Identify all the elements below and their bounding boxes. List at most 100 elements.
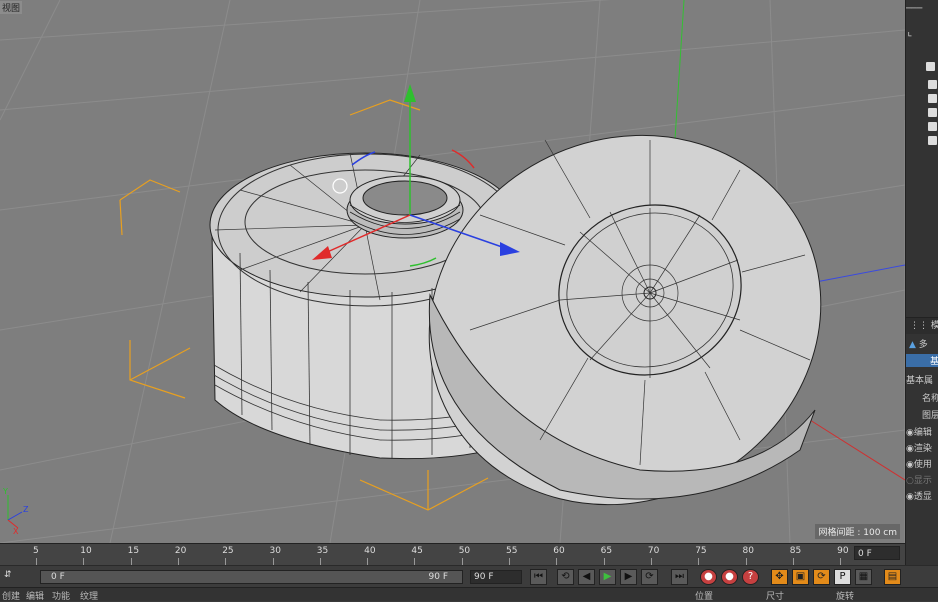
timeline-tick-label: 75 (695, 546, 707, 556)
rp-top-line: ─── (906, 4, 923, 14)
rp-obj-1[interactable] (906, 80, 938, 94)
display-color-label: 显示 (913, 476, 932, 486)
goto-start-button[interactable]: ⏮ (530, 569, 547, 585)
transport-bar: ⇵ 0 F 90 F 90 F ⏮ ⟲ ◀ ▶ ▶ ⟳ ⏭ ● ● ? ✥ ▣ … (0, 565, 938, 588)
edit-visibility-row[interactable]: ◉编辑 (906, 425, 938, 439)
timeline-tick-label: 40 (364, 546, 376, 556)
timeline-tick-label: 20 (174, 546, 187, 556)
grip-icon: ⋮⋮ (910, 321, 928, 331)
menu-create[interactable]: 创建 (2, 589, 20, 602)
timeline-tick-label: 45 (411, 546, 423, 556)
rp-obj-2[interactable] (906, 94, 938, 108)
radio-icon: ○ (906, 476, 914, 486)
rp-obj-root[interactable] (906, 62, 938, 76)
timeline-tick-label: 55 (506, 546, 518, 556)
timeline-tick (367, 558, 369, 565)
next-key-button[interactable]: ⟳ (641, 569, 658, 585)
transparency-label: 透显 (913, 492, 932, 502)
range-arrows-icon[interactable]: ⇵ (4, 570, 12, 580)
menu-edit[interactable]: 编辑 (26, 589, 44, 602)
frame-range-slider[interactable]: 0 F 90 F (40, 570, 463, 584)
timeline-tick (272, 558, 274, 565)
timeline-tick (130, 558, 132, 565)
timeline-tick (319, 558, 321, 565)
auto-key-button[interactable]: ● (721, 569, 738, 585)
radio-icon: ◉ (906, 428, 914, 438)
layer-label: 图层 (922, 411, 938, 421)
timeline-tick (698, 558, 700, 565)
play-button[interactable]: ▶ (599, 569, 616, 585)
current-frame-field[interactable]: 0 F (854, 546, 900, 560)
render-visibility-label: 渲染 (913, 444, 932, 454)
timeline-tick-label: 80 (742, 546, 754, 556)
scale-key-button[interactable]: ▣ (792, 569, 809, 585)
coord-position-header: 位置 (695, 592, 714, 602)
use-color-row[interactable]: ◉使用 (906, 457, 938, 471)
timeline-tick-label: 50 (458, 546, 471, 556)
prev-frame-button[interactable]: ◀ (578, 569, 595, 585)
transparency-row[interactable]: ◉透显 (906, 489, 938, 503)
timeline-tick (650, 558, 652, 565)
menu-function[interactable]: 功能 (52, 589, 70, 602)
parameter-key-button[interactable]: P (834, 569, 851, 585)
menu-texture[interactable]: 纹理 (80, 589, 98, 602)
rp-hierarchy-line: └ (906, 32, 912, 42)
timeline-tick-label: 90 (837, 546, 849, 556)
point-level-button[interactable]: ▦ (855, 569, 872, 585)
right-panel: ─── └ ⋮⋮ 模 ▲ 多 基 基本属 名称 图层 ◉编辑 ◉渲染 ◉使用 ○… (905, 0, 938, 600)
timeline-tick-label: 15 (127, 546, 140, 556)
svg-text:Z: Z (23, 505, 29, 514)
timeline-tick (83, 558, 85, 565)
use-color-label: 使用 (913, 460, 932, 470)
3d-viewport[interactable]: Y Z X 视图 网格间距 : 100 cm (0, 0, 905, 543)
timeline-tick (745, 558, 747, 565)
rp-obj-3[interactable] (906, 108, 938, 122)
range-start-label: 0 F (51, 572, 65, 582)
next-frame-button[interactable]: ▶ (620, 569, 637, 585)
keyframe-help-button[interactable]: ? (742, 569, 759, 585)
viewport-title[interactable]: 视图 (0, 1, 23, 14)
display-color-row[interactable]: ○显示 (906, 473, 938, 487)
timeline-ruler[interactable]: 5 10 15 20 25 30 35 40 45 50 55 60 65 70 75 80 85 90 (0, 543, 905, 566)
axis-indicator: Y Z X (2, 487, 29, 536)
rp-obj-4[interactable] (906, 122, 938, 136)
timeline-tick (556, 558, 558, 565)
render-visibility-row[interactable]: ◉渲染 (906, 441, 938, 455)
timeline-tick-label: 85 (789, 546, 802, 556)
prev-key-button[interactable]: ⟲ (557, 569, 574, 585)
viewport-scene: Y Z X (0, 0, 905, 543)
rotation-key-button[interactable]: ⟳ (813, 569, 830, 585)
range-end-label: 90 F (428, 572, 449, 582)
object-type-row[interactable]: ▲ 多 (906, 337, 938, 351)
timeline-tick (509, 558, 510, 565)
goto-end-button[interactable]: ⏭ (671, 569, 688, 585)
name-label: 名称 (922, 394, 938, 404)
timeline-tick (36, 558, 37, 565)
position-key-button[interactable]: ✥ (771, 569, 788, 585)
polygon-object-icon: ▲ (909, 340, 916, 350)
timeline-tick-label: 10 (80, 546, 92, 556)
record-key-button[interactable]: ● (700, 569, 717, 585)
timeline-tick-label: 5 (33, 546, 39, 556)
object-type-label: 多 (918, 340, 928, 350)
timeline-tick (414, 558, 416, 565)
radio-icon: ◉ (906, 460, 914, 470)
timeline-tick-label: 70 (647, 546, 660, 556)
timeline-tick-label: 30 (269, 546, 281, 556)
timeline-tick-label: 60 (553, 546, 565, 556)
radio-icon: ◉ (906, 444, 914, 454)
world-x-axis-line (809, 419, 905, 481)
grid-distance-label: 网格间距 : 100 cm (815, 524, 900, 539)
timeline-tick (177, 558, 179, 565)
range-end-field[interactable]: 90 F (470, 570, 522, 584)
timeline-tick (461, 558, 463, 565)
timeline-tick (840, 558, 842, 565)
radio-icon: ◉ (906, 492, 914, 502)
lid-object[interactable] (364, 67, 886, 543)
attributes-tab[interactable]: ⋮⋮ 模 (906, 317, 938, 334)
film-strip-button[interactable]: ▤ (884, 569, 901, 585)
timeline-tick-label: 25 (222, 546, 234, 556)
basic-properties-header: 基本属 (906, 376, 934, 386)
rp-obj-5[interactable] (906, 136, 938, 150)
tab-basic-selected[interactable]: 基 (906, 354, 938, 367)
